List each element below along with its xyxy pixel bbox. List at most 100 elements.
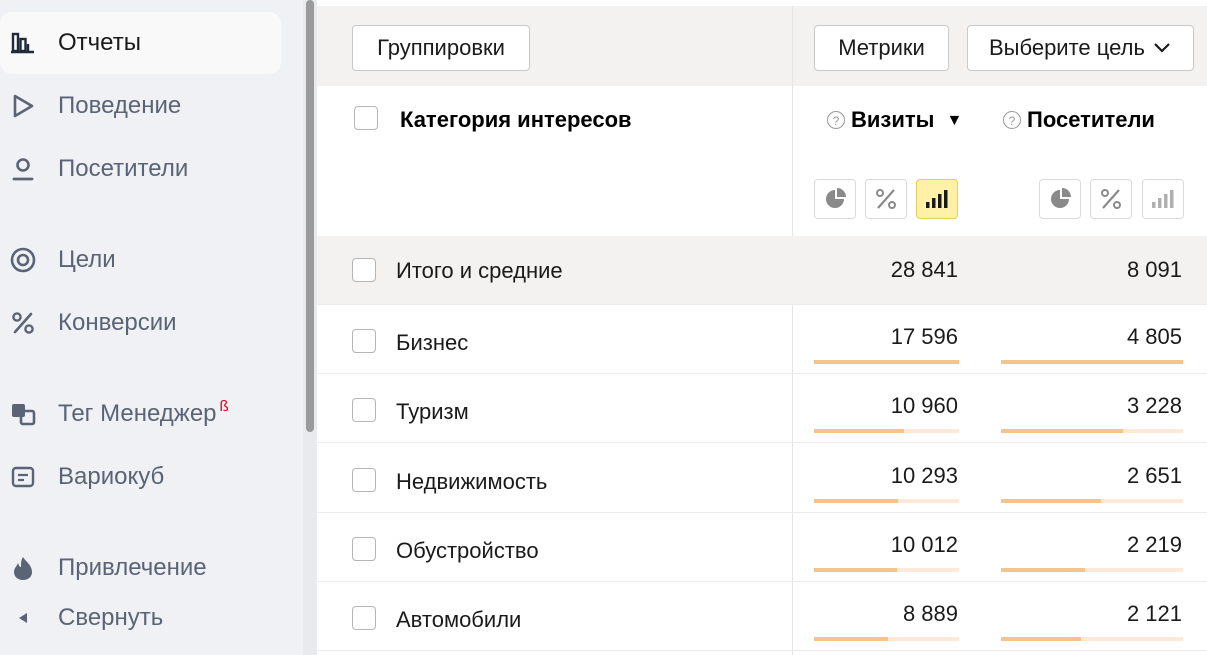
sidebar-item-visitors[interactable]: Посетители <box>0 138 281 200</box>
goal-select[interactable]: Выберите цель <box>967 25 1194 71</box>
sidebar-item-behavior[interactable]: Поведение <box>0 75 281 137</box>
collapse-sidebar-button[interactable]: Свернуть <box>0 587 281 649</box>
percent-icon <box>874 187 898 211</box>
sidebar-item-tag-manager[interactable]: Тег Менеджер ß <box>0 383 281 445</box>
visits-share-bar <box>814 568 959 572</box>
visitors-value: 2 651 <box>1126 463 1182 488</box>
percent-icon <box>10 310 36 336</box>
visits-value: 10 293 <box>890 463 958 488</box>
percent-icon <box>1099 187 1123 211</box>
table-row[interactable]: Обустройство 10 012 2 219 <box>317 513 1207 582</box>
sidebar-item-label: Конверсии <box>58 309 177 336</box>
pie-view-button-visits[interactable] <box>814 179 856 219</box>
visitors-share-fill <box>1001 429 1123 433</box>
caret-left-icon <box>10 605 36 631</box>
pie-view-button-visitors[interactable] <box>1039 179 1081 219</box>
pie-chart-icon <box>1048 187 1072 211</box>
collapse-label: Свернуть <box>58 604 164 631</box>
visits-share-bar <box>814 360 959 364</box>
sidebar: Отчеты Поведение Посетители Цели Конверс… <box>0 0 303 655</box>
goal-select-label: Выберите цель <box>989 35 1145 60</box>
visits-header[interactable]: ? Визиты ▼ <box>827 107 962 133</box>
visits-value: 8 889 <box>902 601 958 626</box>
beta-badge: ß <box>219 398 229 415</box>
visits-share-fill <box>814 637 888 641</box>
sidebar-item-label: Вариокуб <box>58 463 165 490</box>
chevron-down-icon <box>1153 42 1171 54</box>
table-row[interactable]: Туризм 10 960 3 228 <box>317 374 1207 443</box>
bar-chart-icon <box>924 188 950 210</box>
tag-manager-icon <box>10 401 36 427</box>
visitors-value: 8 091 <box>1126 257 1182 282</box>
visitors-share-bar <box>1001 429 1183 433</box>
row-label: Недвижимость <box>396 469 548 494</box>
flame-icon <box>10 555 36 581</box>
sidebar-item-goals[interactable]: Цели <box>0 229 281 291</box>
visitors-share-fill <box>1001 568 1085 572</box>
sidebar-scroll-thumb[interactable] <box>306 0 314 432</box>
percent-view-button-visits[interactable] <box>865 179 907 219</box>
visitors-value: 4 805 <box>1126 324 1182 349</box>
groupings-button[interactable]: Группировки <box>352 25 530 71</box>
visitors-share-bar <box>1001 499 1183 503</box>
row-checkbox[interactable] <box>352 258 376 282</box>
visitors-share-bar <box>1001 568 1183 572</box>
visits-share-fill <box>814 429 904 433</box>
sidebar-item-label: Посетители <box>58 155 189 182</box>
dimension-header: Категория интересов <box>400 107 632 132</box>
sort-desc-icon[interactable]: ▼ <box>946 112 962 129</box>
variocube-icon <box>10 464 36 490</box>
total-row: Итого и средние 28 841 8 091 <box>317 236 1207 305</box>
sidebar-item-reports[interactable]: Отчеты <box>0 12 281 74</box>
percent-view-button-visitors[interactable] <box>1090 179 1132 219</box>
target-icon <box>10 247 36 273</box>
visits-share-bar <box>814 637 959 641</box>
report-panel: Группировки Метрики Выберите цель Катего… <box>317 0 1207 655</box>
visitors-value: 3 228 <box>1126 393 1182 418</box>
visits-share-fill <box>814 360 959 364</box>
visits-share-fill <box>814 568 897 572</box>
row-checkbox[interactable] <box>352 606 376 630</box>
row-checkbox[interactable] <box>352 537 376 561</box>
visitors-header[interactable]: ? Посетители <box>1003 107 1155 133</box>
select-all-checkbox[interactable] <box>354 106 378 130</box>
metrics-button[interactable]: Метрики <box>814 25 949 71</box>
play-icon <box>10 93 36 119</box>
table-row[interactable]: Недвижимость 10 293 2 651 <box>317 444 1207 513</box>
bar-chart-icon <box>1150 188 1176 210</box>
sidebar-item-label: Привлечение <box>58 554 207 581</box>
table-row[interactable]: Бизнес 17 596 4 805 <box>317 305 1207 374</box>
bar-chart-icon <box>10 30 36 56</box>
row-label: Итого и средние <box>396 258 563 283</box>
visitors-share-fill <box>1001 499 1101 503</box>
row-label: Автомобили <box>396 607 522 632</box>
visits-share-bar <box>814 429 959 433</box>
visitors-value: 2 121 <box>1126 601 1182 626</box>
row-label: Туризм <box>396 399 469 424</box>
sidebar-item-conversions[interactable]: Конверсии <box>0 292 281 354</box>
table-row[interactable]: Автомобили 8 889 2 121 <box>317 582 1207 651</box>
row-checkbox[interactable] <box>352 468 376 492</box>
visits-share-fill <box>814 499 898 503</box>
sidebar-item-label: Тег Менеджер ß <box>58 398 229 427</box>
help-icon[interactable]: ? <box>1003 111 1021 129</box>
visits-value: 10 960 <box>890 393 958 418</box>
visitors-share-fill <box>1001 637 1081 641</box>
visitors-share-fill <box>1001 360 1183 364</box>
sidebar-item-variocube[interactable]: Вариокуб <box>0 446 281 508</box>
row-label: Обустройство <box>396 538 539 563</box>
pie-chart-icon <box>823 187 847 211</box>
visitors-value: 2 219 <box>1126 532 1182 557</box>
help-icon[interactable]: ? <box>827 111 845 129</box>
row-checkbox[interactable] <box>352 329 376 353</box>
person-icon <box>10 156 36 182</box>
bar-view-button-visitors[interactable] <box>1142 179 1184 219</box>
visits-value: 28 841 <box>890 257 958 282</box>
row-checkbox[interactable] <box>352 398 376 422</box>
visits-value: 10 012 <box>890 532 958 557</box>
visits-value: 17 596 <box>890 324 958 349</box>
visitors-share-bar <box>1001 637 1183 641</box>
visits-share-bar <box>814 499 959 503</box>
visitors-share-bar <box>1001 360 1183 364</box>
bar-view-button-visits[interactable] <box>916 179 958 219</box>
